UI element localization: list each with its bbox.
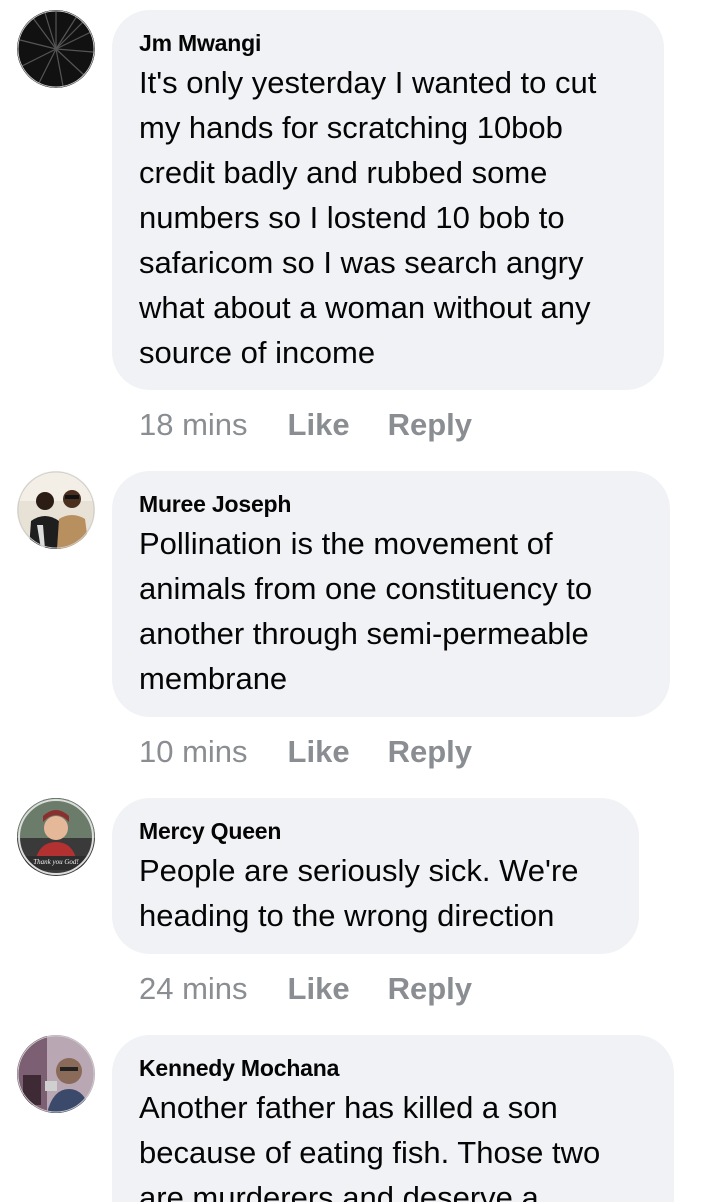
comment-text: It's only yesterday I wanted to cut my h… [139, 65, 597, 370]
comments-thread: Jm Mwangi It's only yesterday I wanted t… [0, 0, 719, 1202]
comment-bubble: Jm Mwangi It's only yesterday I wanted t… [112, 10, 664, 390]
avatar-mercy-queen[interactable]: Thank you God! [17, 798, 95, 876]
like-button[interactable]: Like [288, 971, 350, 1007]
comment-timestamp[interactable]: 10 mins [139, 734, 248, 770]
comment-author[interactable]: Kennedy Mochana [139, 1053, 648, 1083]
comment-bubble: Kennedy Mochana Another father has kille… [112, 1035, 674, 1202]
avatar-muree-joseph[interactable] [17, 471, 95, 549]
comment-bubble: Mercy Queen People are seriously sick. W… [112, 798, 639, 954]
comment-timestamp[interactable]: 18 mins [139, 407, 248, 443]
comment-timestamp[interactable]: 24 mins [139, 971, 248, 1007]
like-button[interactable]: Like [288, 407, 350, 443]
comment-author[interactable]: Muree Joseph [139, 489, 644, 519]
comment-actions: 24 mins Like Reply [139, 969, 510, 1009]
comment-actions: 18 mins Like Reply [139, 405, 510, 445]
comment-author[interactable]: Mercy Queen [139, 816, 613, 846]
comment-text: Pollination is the movement of animals f… [139, 526, 593, 696]
avatar-jm-mwangi[interactable] [17, 10, 95, 88]
reply-button[interactable]: Reply [388, 971, 472, 1007]
comment-text: People are seriously sick. We're heading… [139, 853, 579, 933]
comment-bubble: Muree Joseph Pollination is the movement… [112, 471, 670, 717]
like-button[interactable]: Like [288, 734, 350, 770]
reply-button[interactable]: Reply [388, 407, 472, 443]
comment-actions: 10 mins Like Reply [139, 732, 510, 772]
comment-text: Another father has killed a son because … [139, 1090, 601, 1202]
reply-button[interactable]: Reply [388, 734, 472, 770]
avatar-kennedy-mochana[interactable] [17, 1035, 95, 1113]
avatar-caption: Thank you God! [33, 858, 79, 866]
comment-author[interactable]: Jm Mwangi [139, 28, 638, 58]
